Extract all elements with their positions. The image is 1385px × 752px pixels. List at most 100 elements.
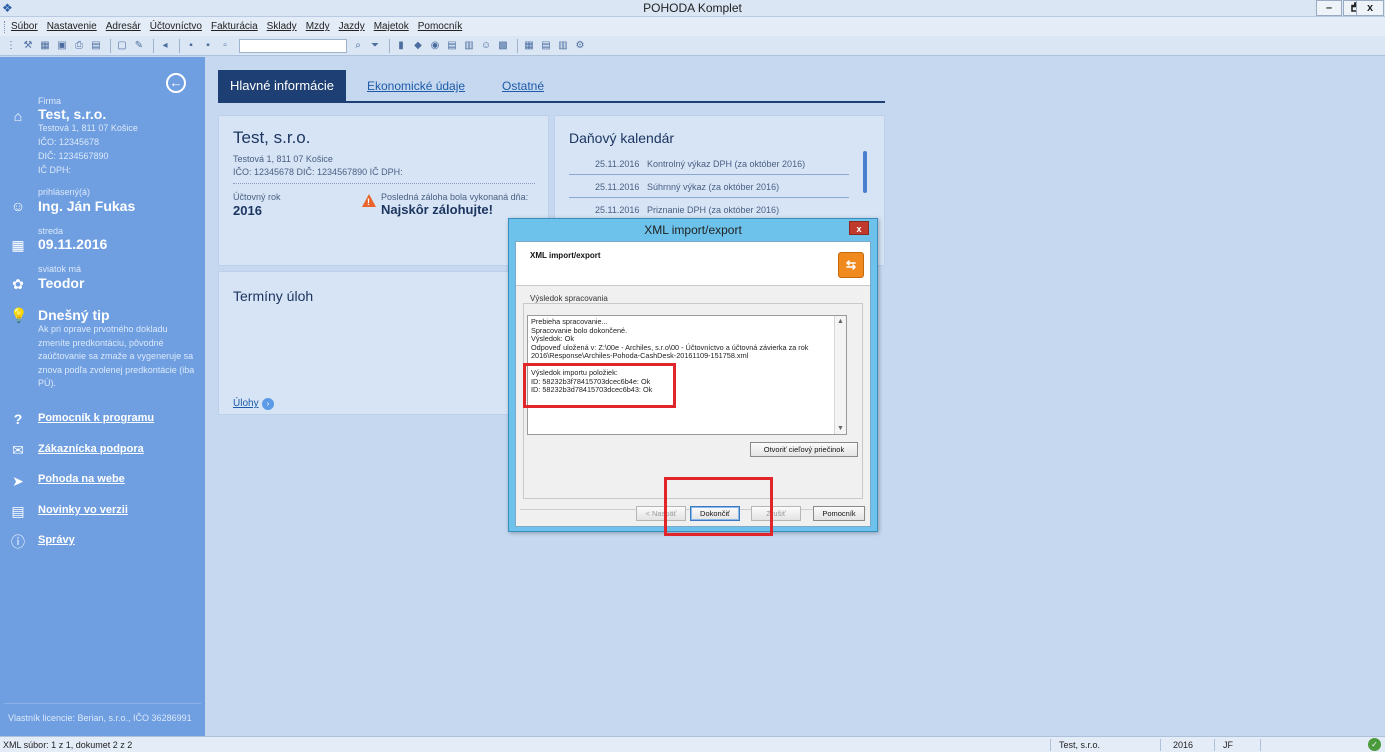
log-line: 2016\Response\Archiles-Pohoda-CashDesk-2… — [531, 351, 749, 360]
back-icon[interactable]: ◂ — [158, 39, 172, 53]
result-section-label: Výsledok spracovania — [530, 294, 608, 303]
highlight-import-results — [523, 363, 676, 408]
edit-icon[interactable]: ✎ — [132, 39, 146, 53]
status-bar: XML súbor: 1 z 1, dokumet 2 z 2 Test, s.… — [0, 736, 1385, 752]
menu-mzdy[interactable]: Mzdy — [306, 21, 330, 32]
tasks-link[interactable]: Úlohy — [233, 398, 259, 409]
menu-sklady[interactable]: Sklady — [267, 21, 297, 32]
menu-pomocnik[interactable]: Pomocník — [418, 21, 462, 32]
menu-subor[interactable]: Súbor — [11, 21, 38, 32]
grid-icon[interactable]: ▦ — [522, 39, 536, 53]
tab-ekonomicke-udaje[interactable]: Ekonomické údaje — [367, 79, 465, 93]
menu-jazdy[interactable]: Jazdy — [339, 21, 365, 32]
tax-scrollbar[interactable] — [863, 151, 867, 193]
new-record-icon[interactable]: ▢ — [115, 39, 129, 53]
save-icon[interactable]: ▪ — [184, 39, 198, 53]
tasks-title: Termíny úloh — [233, 288, 314, 304]
open-folder-button[interactable]: Otvoriť cieľový priečinok — [750, 442, 858, 457]
tip-title: Dnešný tip — [38, 307, 110, 323]
dialog-close-button[interactable]: x — [849, 221, 869, 235]
status-xml-file: XML súbor: 1 z 1, dokumet 2 z 2 — [3, 740, 133, 750]
table-icon[interactable]: ▤ — [445, 39, 459, 53]
user-label: prihlásený(á) — [38, 187, 91, 197]
print-options-icon[interactable]: ▤ — [89, 39, 103, 53]
toolbar-separator — [110, 38, 111, 53]
tax-desc: Kontrolný výkaz DPH (za október 2016) — [647, 159, 806, 169]
nameday-label: sviatok má — [38, 264, 82, 274]
log-scrollbar[interactable]: ▲ ▼ — [834, 316, 846, 434]
menu-nastavenie[interactable]: Nastavenie — [47, 21, 97, 32]
tax-row[interactable]: 25.11.2016 Kontrolný výkaz DPH (za októb… — [569, 151, 849, 175]
navigation-icon[interactable]: ▮ — [394, 39, 408, 53]
status-company: Test, s.r.o. — [1059, 740, 1101, 750]
status-separator — [1214, 739, 1215, 751]
card-divider — [233, 183, 535, 184]
link-novinky[interactable]: Novinky vo verzii — [38, 504, 128, 516]
arrow-right-icon[interactable]: › — [262, 398, 274, 410]
tool-icon[interactable]: ⚒ — [21, 39, 35, 53]
print-icon[interactable]: ⎙ — [72, 39, 86, 53]
menu-fakturacia[interactable]: Fakturácia — [211, 21, 258, 32]
tax-date: 25.11.2016 — [595, 205, 640, 215]
nameday-name: Teodor — [38, 275, 85, 291]
sidebar-footer-divider — [4, 703, 201, 704]
preview-icon[interactable]: ▣ — [55, 39, 69, 53]
firma-dic: DIČ: 1234567890 — [38, 151, 109, 161]
toolbar: ⋮ ⚒ ▦ ▣ ⎙ ▤ ▢ ✎ ◂ ▪ ▪ ▫ ⌕ ⏷ ▮ ◆ ◉ ▤ ▥ ☺ … — [0, 36, 1385, 56]
current-date: 09.11.2016 — [38, 236, 108, 252]
help-button[interactable]: Pomocník — [813, 506, 865, 521]
status-separator — [1050, 739, 1051, 751]
flower-icon: ✿ — [12, 276, 24, 292]
close-button[interactable]: x — [1356, 0, 1384, 16]
company-ids: IČO: 12345678 DIČ: 1234567890 IČ DPH: — [233, 167, 403, 177]
year-value: 2016 — [233, 203, 262, 218]
menu-uctovnictvo[interactable]: Účtovníctvo — [150, 21, 202, 32]
link-podpora[interactable]: Zákaznícka podpora — [38, 443, 144, 455]
globe-icon[interactable]: ◉ — [428, 39, 442, 53]
document-icon[interactable]: ▤ — [539, 39, 553, 53]
toolbar-separator — [179, 38, 180, 53]
search-icon[interactable]: ⌕ — [351, 39, 365, 53]
warning-mark: ! — [367, 197, 370, 207]
minimize-button[interactable]: – — [1316, 0, 1342, 16]
tax-date: 25.11.2016 — [595, 159, 640, 169]
day-label: streda — [38, 226, 64, 236]
link-pomocnik[interactable]: Pomocník k programu — [38, 412, 154, 424]
tab-ostatne[interactable]: Ostatné — [502, 79, 544, 93]
tax-date: 25.11.2016 — [595, 182, 640, 192]
status-separator — [1160, 739, 1161, 751]
scroll-up-icon[interactable]: ▲ — [835, 316, 846, 327]
filter-icon[interactable]: ⏷ — [368, 39, 382, 53]
link-web[interactable]: Pohoda na webe — [38, 473, 125, 485]
agenda-icon[interactable]: ▦ — [38, 39, 52, 53]
copy-icon[interactable]: ▫ — [218, 39, 232, 53]
users-icon[interactable]: ☺ — [479, 39, 493, 53]
tax-calendar-title: Daňový kalendár — [569, 130, 675, 146]
tax-row[interactable]: 25.11.2016 Súhrnný výkaz (za október 201… — [569, 174, 849, 198]
dialog-header-title: XML import/export — [530, 251, 601, 260]
status-year: 2016 — [1173, 740, 1194, 750]
company-card: Test, s.r.o. Testová 1, 811 07 Košice IČ… — [218, 115, 549, 266]
menu-majetok[interactable]: Majetok — [374, 21, 409, 32]
pohoda-icon[interactable]: ◆ — [411, 39, 425, 53]
toolbar-separator — [389, 38, 390, 53]
link-spravy[interactable]: Správy — [38, 534, 75, 546]
scroll-down-icon[interactable]: ▼ — [835, 423, 846, 434]
save-all-icon[interactable]: ▪ — [201, 39, 215, 53]
mail-icon: ✉ — [12, 442, 24, 458]
tab-hlavne-informacie[interactable]: Hlavné informácie — [218, 70, 346, 101]
report-icon[interactable]: ▥ — [556, 39, 570, 53]
list-icon[interactable]: ▥ — [462, 39, 476, 53]
company-name: Test, s.r.o. — [233, 128, 311, 147]
dialog-title: XML import/export — [644, 223, 742, 237]
menu-grip[interactable] — [4, 20, 7, 33]
quick-search-input[interactable] — [239, 38, 347, 53]
firma-label: Firma — [38, 96, 61, 106]
menu-adresar[interactable]: Adresár — [106, 21, 141, 32]
log-line: Spracovanie bolo dokončené. — [531, 325, 628, 335]
settings-icon[interactable]: ⚙ — [573, 39, 587, 53]
news-icon: ▤ — [11, 503, 25, 519]
collapse-sidebar-icon[interactable]: ← — [166, 73, 186, 93]
bank-icon[interactable]: ▩ — [496, 39, 510, 53]
lightbulb-icon: 💡 — [10, 307, 28, 323]
